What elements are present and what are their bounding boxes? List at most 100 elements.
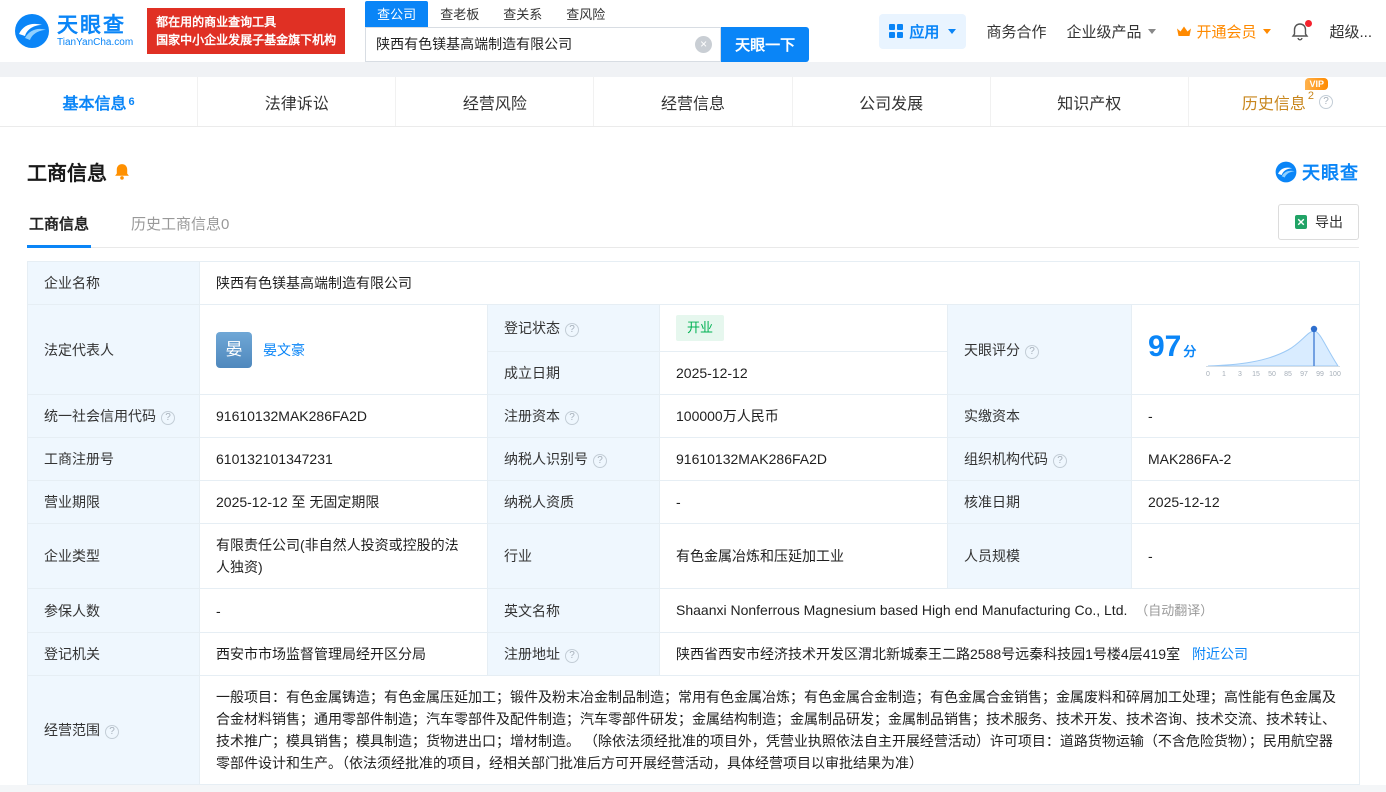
- tab-label: 基本信息: [63, 90, 127, 114]
- tab-count: 6: [129, 96, 135, 108]
- score-number: 97分: [1148, 331, 1196, 368]
- table-row: 统一社会信用代码? 91610132MAK286FA2D 注册资本? 10000…: [28, 395, 1360, 438]
- label-staff-size: 人员规模: [948, 524, 1132, 589]
- export-label: 导出: [1315, 212, 1343, 232]
- legal-rep-avatar[interactable]: 晏: [216, 332, 252, 368]
- label-paid-capital: 实缴资本: [948, 395, 1132, 438]
- notification-dot: [1305, 20, 1312, 27]
- label-taxpayer-id: 纳税人识别号?: [488, 438, 660, 481]
- table-row: 工商注册号 610132101347231 纳税人识别号? 91610132MA…: [28, 438, 1360, 481]
- tab-label: 经营信息: [661, 90, 725, 114]
- tab-legal-litigation[interactable]: 法律诉讼: [198, 77, 396, 126]
- label-reg-authority: 登记机关: [28, 633, 200, 676]
- clear-search-icon[interactable]: ×: [695, 36, 712, 53]
- promo-line-2: 国家中小企业发展子基金旗下机构: [156, 31, 336, 49]
- help-icon[interactable]: ?: [565, 323, 579, 337]
- value-establish-date: 2025-12-12: [660, 352, 948, 395]
- tab-history-info[interactable]: 历史信息 2 VIP ?: [1189, 77, 1386, 126]
- company-section-tabs: 基本信息 6 法律诉讼 经营风险 经营信息 公司发展 知识产权 历史信息 2 V…: [0, 77, 1386, 127]
- value-org-code: MAK286FA-2: [1132, 438, 1360, 481]
- value-company-name: 陕西有色镁基高端制造有限公司: [200, 262, 1360, 305]
- help-icon[interactable]: ?: [565, 649, 579, 663]
- subtab-business-info[interactable]: 工商信息: [27, 213, 91, 247]
- chevron-down-icon: [1263, 29, 1271, 34]
- search-area: 查公司 查老板 查关系 查风险 × 天眼一下: [365, 1, 809, 62]
- label-org-code: 组织机构代码?: [948, 438, 1132, 481]
- value-business-term: 2025-12-12 至 无固定期限: [200, 481, 488, 524]
- label-company-name: 企业名称: [28, 262, 200, 305]
- apps-menu-button[interactable]: 应用: [879, 14, 966, 49]
- help-icon[interactable]: ?: [565, 411, 579, 425]
- nearby-companies-link[interactable]: 附近公司: [1192, 646, 1248, 662]
- label-reg-number: 工商注册号: [28, 438, 200, 481]
- help-icon[interactable]: ?: [105, 725, 119, 739]
- top-header: 天眼查 TianYanCha.com 都在用的商业查询工具 国家中小企业发展子基…: [0, 0, 1386, 62]
- svg-text:0: 0: [1206, 371, 1210, 378]
- excel-icon: [1294, 215, 1308, 229]
- legal-rep-link[interactable]: 晏文豪: [263, 339, 305, 361]
- export-button[interactable]: 导出: [1278, 204, 1359, 240]
- table-row: 法定代表人 晏 晏文豪 登记状态? 开业 天眼评分? 97分: [28, 305, 1360, 352]
- table-row: 营业期限 2025-12-12 至 无固定期限 纳税人资质 - 核准日期 202…: [28, 481, 1360, 524]
- search-type-tabs: 查公司 查老板 查关系 查风险: [365, 1, 809, 27]
- nav-business-cooperation[interactable]: 商务合作: [986, 21, 1046, 42]
- value-industry: 有色金属冶炼和压延加工业: [660, 524, 948, 589]
- tab-count: 2: [1308, 90, 1314, 102]
- tianyancha-logo-icon: [14, 13, 50, 49]
- table-row: 经营范围? 一般项目：有色金属铸造；有色金属压延加工；锻件及粉末冶金制品制造；常…: [28, 676, 1360, 785]
- label-english-name: 英文名称: [488, 589, 660, 633]
- label-approval-date: 核准日期: [948, 481, 1132, 524]
- help-icon[interactable]: ?: [1053, 454, 1067, 468]
- tianyancha-logo[interactable]: 天眼查 TianYanCha.com: [14, 13, 133, 49]
- search-input[interactable]: [365, 27, 721, 62]
- value-company-type: 有限责任公司(非自然人投资或控股的法人独资): [200, 524, 488, 589]
- help-icon[interactable]: ?: [593, 454, 607, 468]
- subtabs: 工商信息 历史工商信息0 导出: [27, 204, 1359, 248]
- tab-operating-risk[interactable]: 经营风险: [396, 77, 594, 126]
- label-reg-status: 登记状态?: [488, 305, 660, 352]
- crown-icon: [1176, 25, 1192, 38]
- tab-business-info[interactable]: 经营信息: [594, 77, 792, 126]
- svg-text:85: 85: [1284, 371, 1292, 378]
- brand-text: 天眼查: [1302, 159, 1359, 185]
- svg-text:50: 50: [1268, 371, 1276, 378]
- help-icon[interactable]: ?: [1025, 345, 1039, 359]
- search-tab-boss[interactable]: 查老板: [428, 1, 491, 27]
- search-tab-relation[interactable]: 查关系: [491, 1, 554, 27]
- tianyancha-logo-icon: [1275, 161, 1297, 183]
- value-taxpayer-qualification: -: [660, 481, 948, 524]
- label-reg-capital: 注册资本?: [488, 395, 660, 438]
- search-button[interactable]: 天眼一下: [721, 27, 809, 62]
- svg-text:97: 97: [1300, 371, 1308, 378]
- search-tab-risk[interactable]: 查风险: [554, 1, 617, 27]
- tab-intellectual-property[interactable]: 知识产权: [991, 77, 1189, 126]
- notification-bell-icon[interactable]: [1291, 22, 1309, 41]
- chevron-down-icon: [948, 29, 956, 34]
- tab-label: 经营风险: [463, 90, 527, 114]
- help-icon[interactable]: ?: [1319, 95, 1333, 109]
- label-score: 天眼评分?: [948, 305, 1132, 395]
- status-badge: 开业: [676, 315, 724, 341]
- page-bottom-strip: [0, 785, 1386, 792]
- value-staff-size: -: [1132, 524, 1360, 589]
- value-english-name: Shaanxi Nonferrous Magnesium based High …: [660, 589, 1360, 633]
- nav-enterprise-products[interactable]: 企业级产品: [1066, 21, 1156, 42]
- nav-super[interactable]: 超级...: [1329, 21, 1372, 42]
- label-taxpayer-qualification: 纳税人资质: [488, 481, 660, 524]
- value-credit-code: 91610132MAK286FA2D: [200, 395, 488, 438]
- search-tab-company[interactable]: 查公司: [365, 1, 428, 27]
- help-icon[interactable]: ?: [161, 411, 175, 425]
- nav-open-membership[interactable]: 开通会员: [1176, 21, 1271, 42]
- section-title: 工商信息: [27, 157, 107, 186]
- promo-badge: 都在用的商业查询工具 国家中小企业发展子基金旗下机构: [147, 8, 345, 54]
- subscribe-bell-icon[interactable]: [114, 163, 130, 180]
- label-reg-address: 注册地址?: [488, 633, 660, 676]
- auto-translate-note: （自动翻译）: [1135, 603, 1213, 618]
- value-insured-count: -: [200, 589, 488, 633]
- subtab-history-business-info[interactable]: 历史工商信息0: [129, 213, 231, 247]
- tab-company-development[interactable]: 公司发展: [793, 77, 991, 126]
- label-insured-count: 参保人数: [28, 589, 200, 633]
- table-row: 参保人数 - 英文名称 Shaanxi Nonferrous Magnesium…: [28, 589, 1360, 633]
- svg-text:15: 15: [1252, 371, 1260, 378]
- tab-basic-info[interactable]: 基本信息 6: [0, 77, 198, 126]
